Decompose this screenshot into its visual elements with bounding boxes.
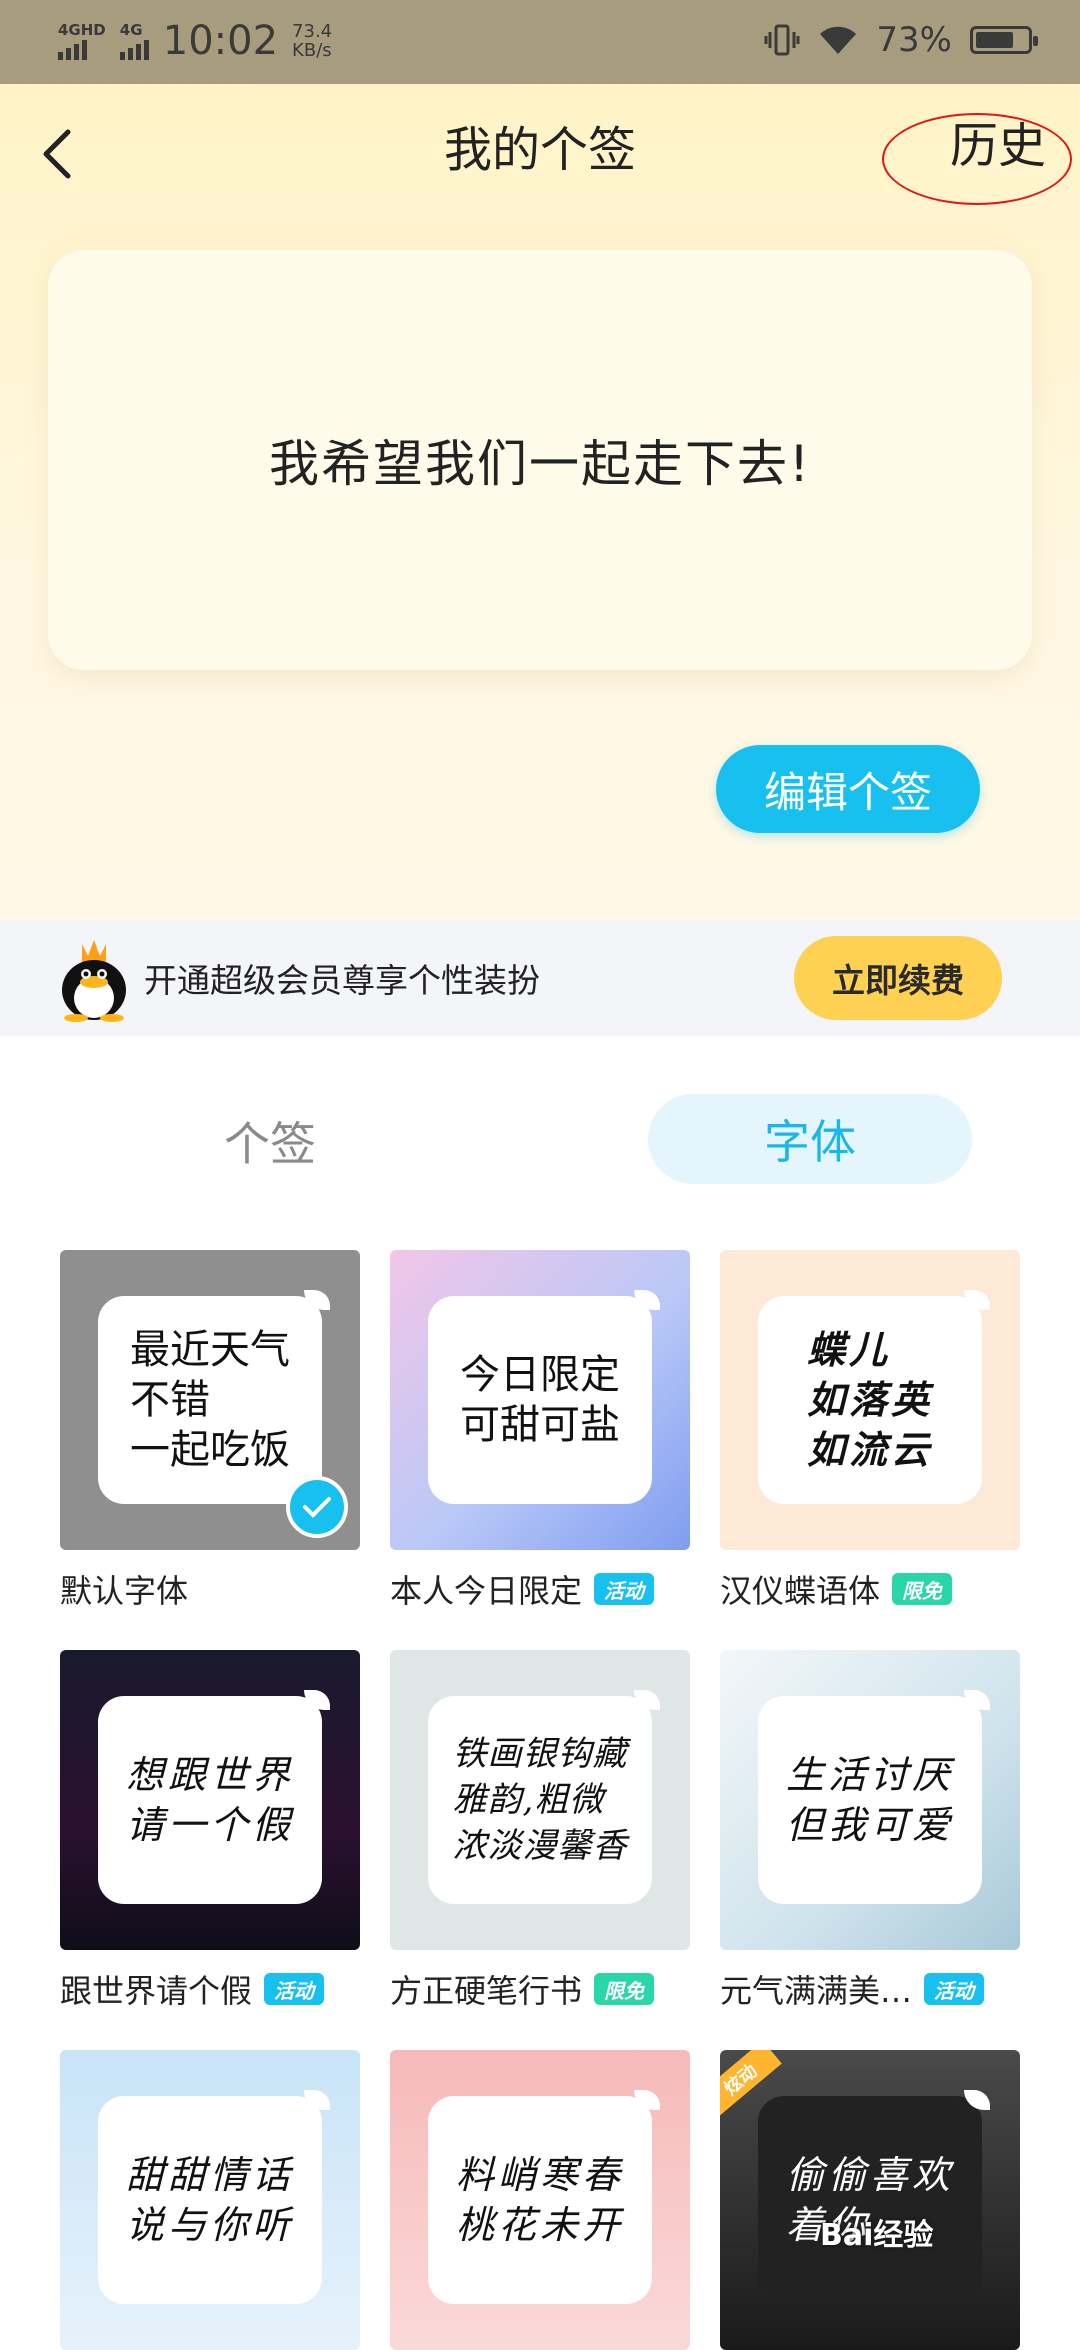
font-sample: 今日限定 可甜可盐 (460, 1352, 620, 1448)
free-badge: 限免 (594, 1973, 655, 2005)
font-sample: 生活讨厌 但我可爱 (785, 1753, 954, 1847)
battery-icon (970, 26, 1038, 54)
signature-panel: 我的个签 历史 我希望我们一起走下去! 编辑个签 (0, 84, 1080, 920)
font-thumbnail: 想跟世界 请一个假 (60, 1650, 360, 1950)
vip-banner: 开通超级会员尊享个性装扮 立即续费 (0, 920, 1080, 1036)
renew-button[interactable]: 立即续费 (794, 936, 1002, 1020)
battery-percent: 73% (876, 20, 952, 60)
edit-signature-button[interactable]: 编辑个签 (716, 745, 980, 833)
font-sample: 铁画银钩藏 雅韵,粗微 浓淡漫馨香 (452, 1734, 628, 1866)
activity-badge: 活动 (594, 1573, 655, 1605)
penguin-crown-icon (62, 940, 126, 1022)
font-name: 汉仪蝶语体 (720, 1572, 881, 1610)
tab-font[interactable]: 字体 (648, 1094, 972, 1184)
tab-bar: 个签 字体 (0, 1036, 1080, 1206)
vip-promo-text: 开通超级会员尊享个性装扮 (144, 961, 540, 1000)
activity-badge: 活动 (264, 1973, 325, 2005)
signature-text: 我希望我们一起走下去! (268, 435, 812, 493)
font-thumbnail: 炫动 偷偷喜欢 着你 (720, 2050, 1020, 2350)
font-thumbnail: 最近天气 不错 一起吃饭 (60, 1250, 360, 1550)
font-sample: 最近天气 不错 一起吃饭 (130, 1327, 290, 1473)
font-name: 本人今日限定 (390, 1572, 583, 1610)
status-bar: 4GHD 4G 10:02 73.4 KB/s 73% (0, 0, 1080, 84)
free-badge: 限免 (892, 1573, 953, 1605)
network-speed: 73.4 KB/s (292, 21, 333, 61)
font-thumbnail: 蝶儿 如落英 如流云 (720, 1250, 1020, 1550)
font-thumbnail: 生活讨厌 但我可爱 (720, 1650, 1020, 1950)
annotation-circle (882, 113, 1072, 205)
font-name: 元气满满美… (720, 1972, 913, 2010)
font-sample: 甜甜情话 说与你听 (125, 2153, 294, 2247)
font-sample: 想跟世界 请一个假 (125, 1753, 294, 1847)
signature-card[interactable]: 我希望我们一起走下去! (48, 250, 1032, 670)
vibrate-icon (764, 24, 800, 56)
clock: 10:02 (162, 18, 279, 64)
font-name: 默认字体 (60, 1572, 189, 1610)
activity-badge: 活动 (924, 1973, 985, 2005)
font-thumbnail: 铁画银钩藏 雅韵,粗微 浓淡漫馨香 (390, 1650, 690, 1950)
font-name: 方正硬笔行书 (390, 1972, 583, 2010)
watermark: Bai经验 (820, 2218, 934, 2253)
font-thumbnail: 料峭寒春 桃花未开 (390, 2050, 690, 2350)
signal-2-icon: 4G (119, 22, 149, 60)
tab-signature[interactable]: 个签 (160, 1108, 380, 1174)
font-thumbnail: 今日限定 可甜可盐 (390, 1250, 690, 1550)
selected-check-icon (286, 1476, 348, 1538)
wifi-icon (820, 26, 857, 54)
font-thumbnail: 甜甜情话 说与你听 (60, 2050, 360, 2350)
font-sample: 蝶儿 如落英 如流云 (806, 1327, 933, 1472)
font-name: 跟世界请个假 (60, 1972, 253, 2010)
signal-1-icon: 4GHD (58, 22, 106, 60)
font-sample: 料峭寒春 桃花未开 (455, 2153, 624, 2247)
